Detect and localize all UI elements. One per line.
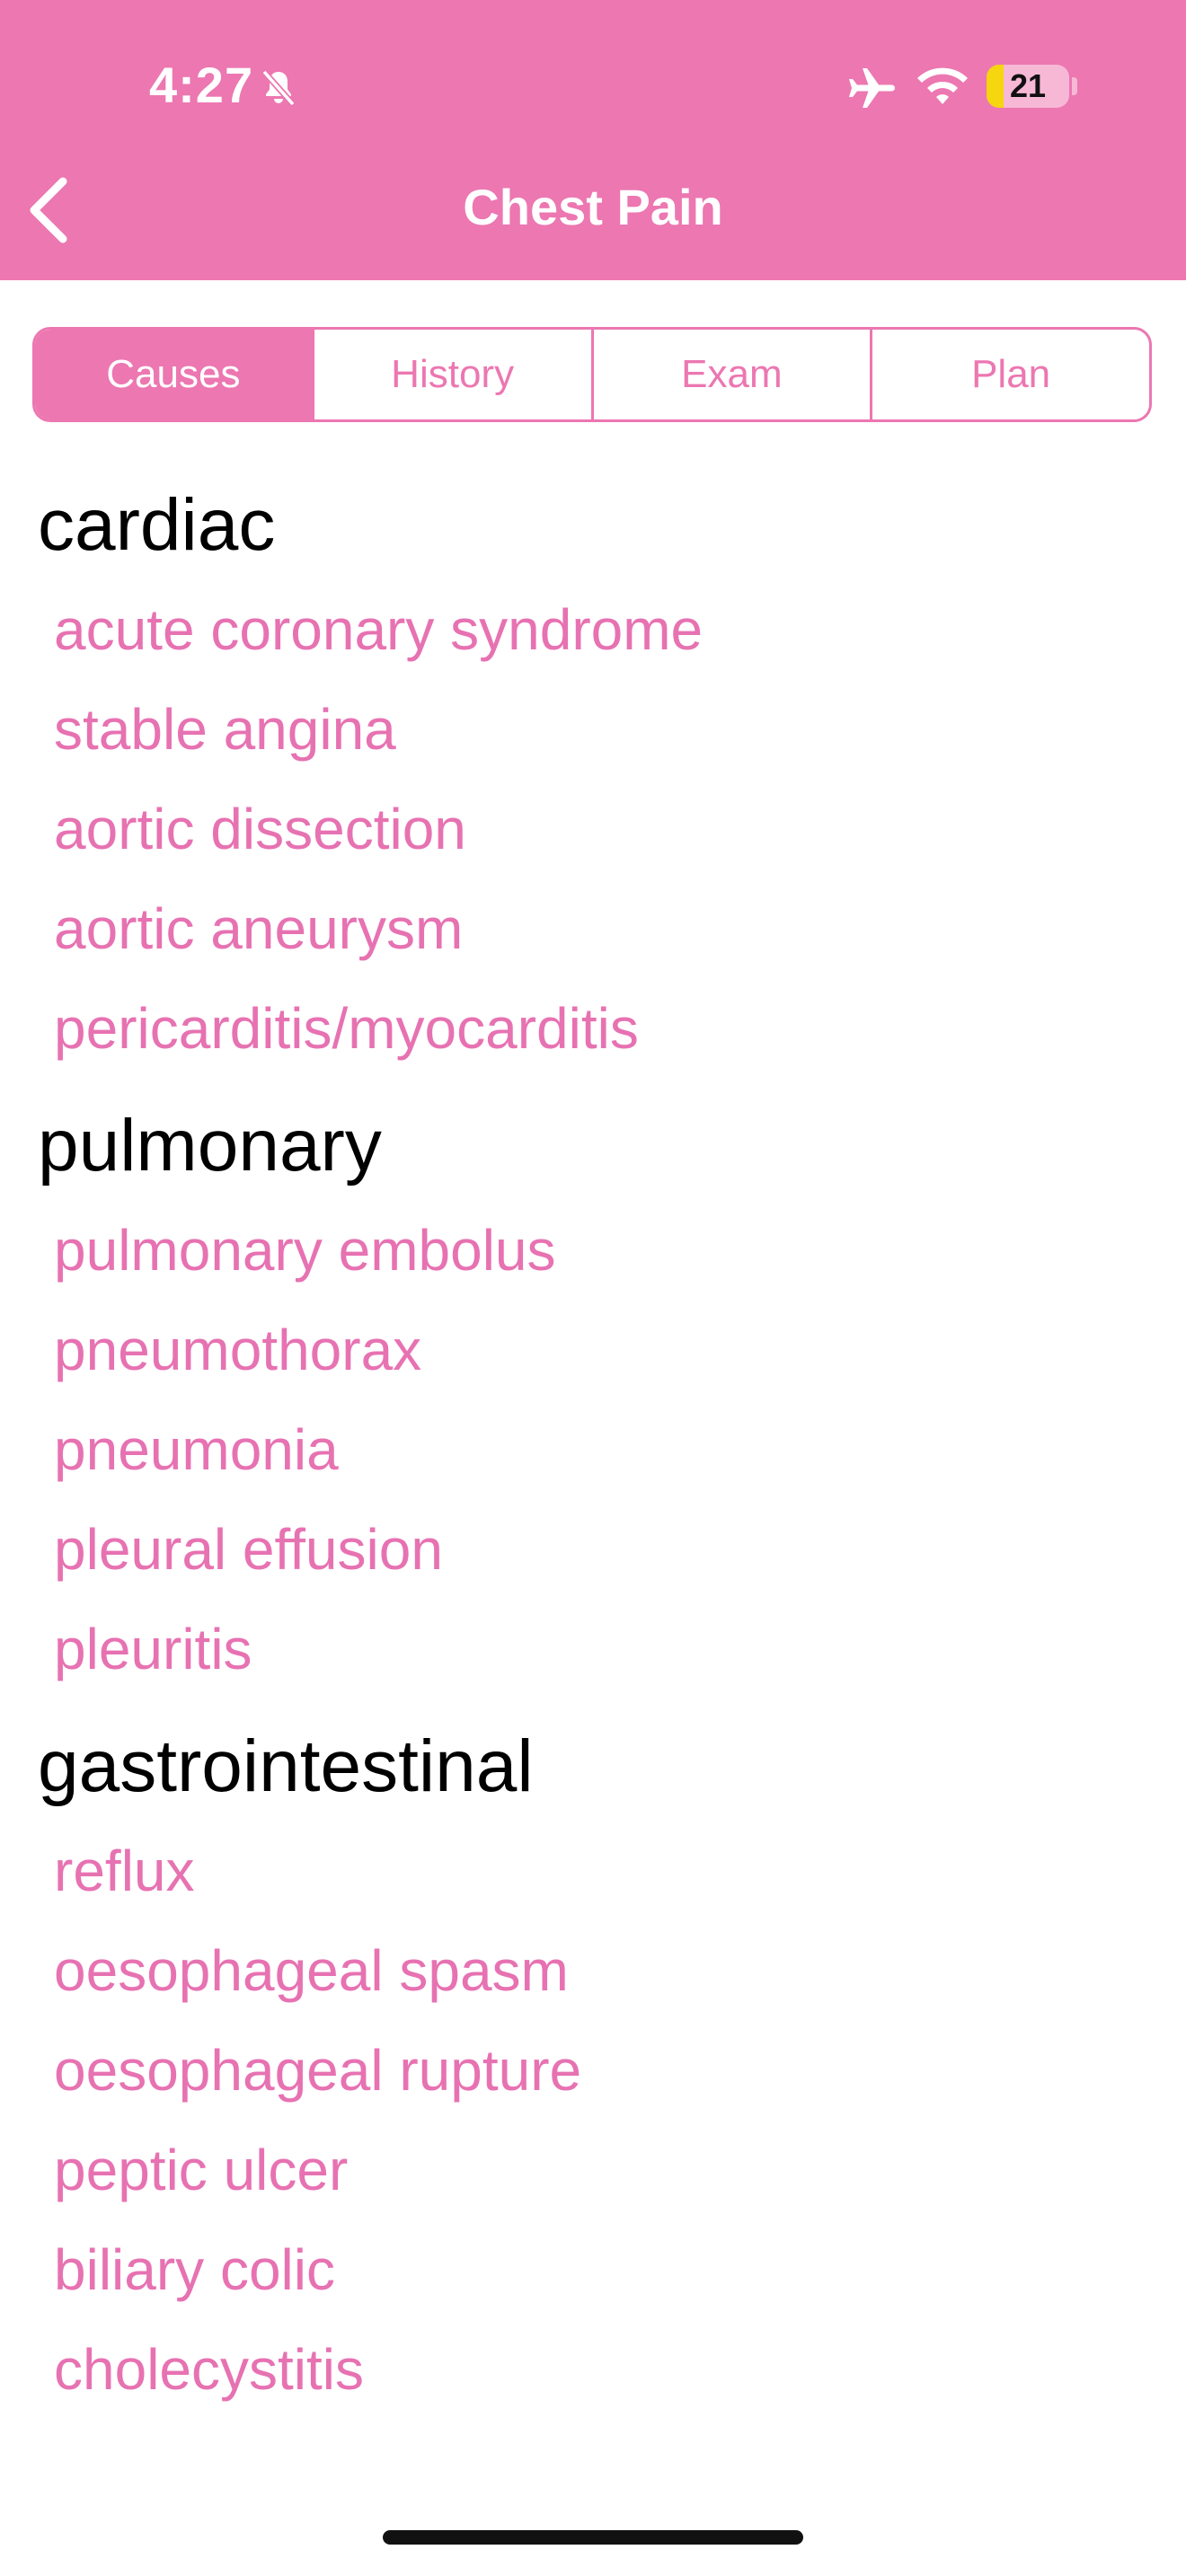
bell-slash-icon bbox=[261, 69, 296, 107]
cause-item[interactable]: pleural effusion bbox=[54, 1500, 1186, 1600]
cause-item[interactable]: pericarditis/myocarditis bbox=[54, 979, 1186, 1079]
cause-item[interactable]: aortic aneurysm bbox=[54, 879, 1186, 979]
tab-causes[interactable]: Causes bbox=[35, 330, 314, 419]
battery-level: 21 bbox=[1009, 67, 1047, 104]
cause-item[interactable]: biliary colic bbox=[54, 2220, 1186, 2320]
nav-header: 4:27 21 Chest Pain bbox=[0, 0, 1186, 280]
page-title: Chest Pain bbox=[463, 179, 723, 235]
cause-item[interactable]: pneumothorax bbox=[54, 1301, 1186, 1400]
segmented-control: Causes History Exam Plan bbox=[32, 327, 1152, 422]
cause-item[interactable]: peptic ulcer bbox=[54, 2121, 1186, 2220]
cause-item[interactable]: cholecystitis bbox=[54, 2320, 1186, 2420]
tab-history[interactable]: History bbox=[314, 330, 594, 419]
section-heading-cardiac: cardiac bbox=[38, 484, 276, 566]
cause-item[interactable]: aortic dissection bbox=[54, 780, 1186, 879]
home-indicator[interactable] bbox=[383, 2530, 803, 2545]
cause-item[interactable]: stable angina bbox=[54, 680, 1186, 780]
cause-item[interactable]: oesophageal rupture bbox=[54, 2021, 1186, 2121]
tab-exam[interactable]: Exam bbox=[594, 330, 873, 419]
battery-icon: 21 bbox=[987, 65, 1069, 108]
section-heading-gastrointestinal: gastrointestinal bbox=[38, 1725, 534, 1807]
status-time: 4:27 bbox=[149, 57, 254, 113]
cause-item[interactable]: oesophageal spasm bbox=[54, 1921, 1186, 2021]
causes-list: cardiac acute coronary syndrome stable a… bbox=[0, 471, 1186, 2470]
battery-cap bbox=[1072, 77, 1077, 95]
cause-item[interactable]: pneumonia bbox=[54, 1400, 1186, 1500]
cause-item[interactable]: acute coronary syndrome bbox=[54, 580, 1186, 680]
back-button[interactable] bbox=[20, 171, 77, 250]
wifi-icon bbox=[917, 67, 968, 104]
cause-item[interactable]: pulmonary embolus bbox=[54, 1201, 1186, 1301]
cause-item[interactable]: pleuritis bbox=[54, 1600, 1186, 1699]
tab-plan[interactable]: Plan bbox=[872, 330, 1149, 419]
airplane-icon bbox=[849, 68, 895, 108]
section-heading-pulmonary: pulmonary bbox=[38, 1105, 382, 1187]
cause-item[interactable]: reflux bbox=[54, 1822, 1186, 1921]
